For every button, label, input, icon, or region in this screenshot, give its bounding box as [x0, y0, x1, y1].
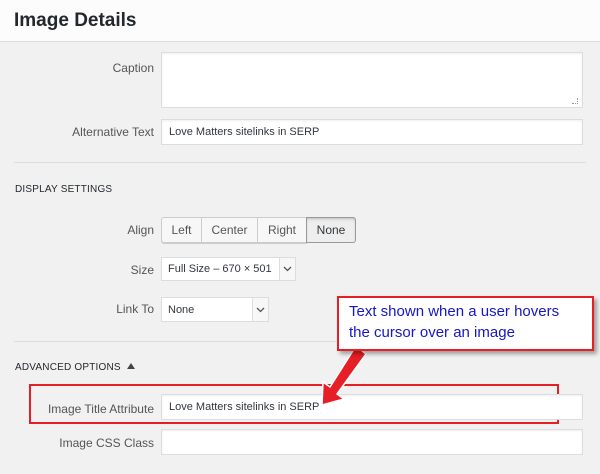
annotation-line-1: Text shown when a user hovers: [349, 303, 560, 320]
annotation-callout: Text shown when a user hovers the cursor…: [337, 296, 594, 351]
annotation-arrow: [321, 345, 367, 406]
annotation-line-2: the cursor over an image: [349, 324, 515, 341]
